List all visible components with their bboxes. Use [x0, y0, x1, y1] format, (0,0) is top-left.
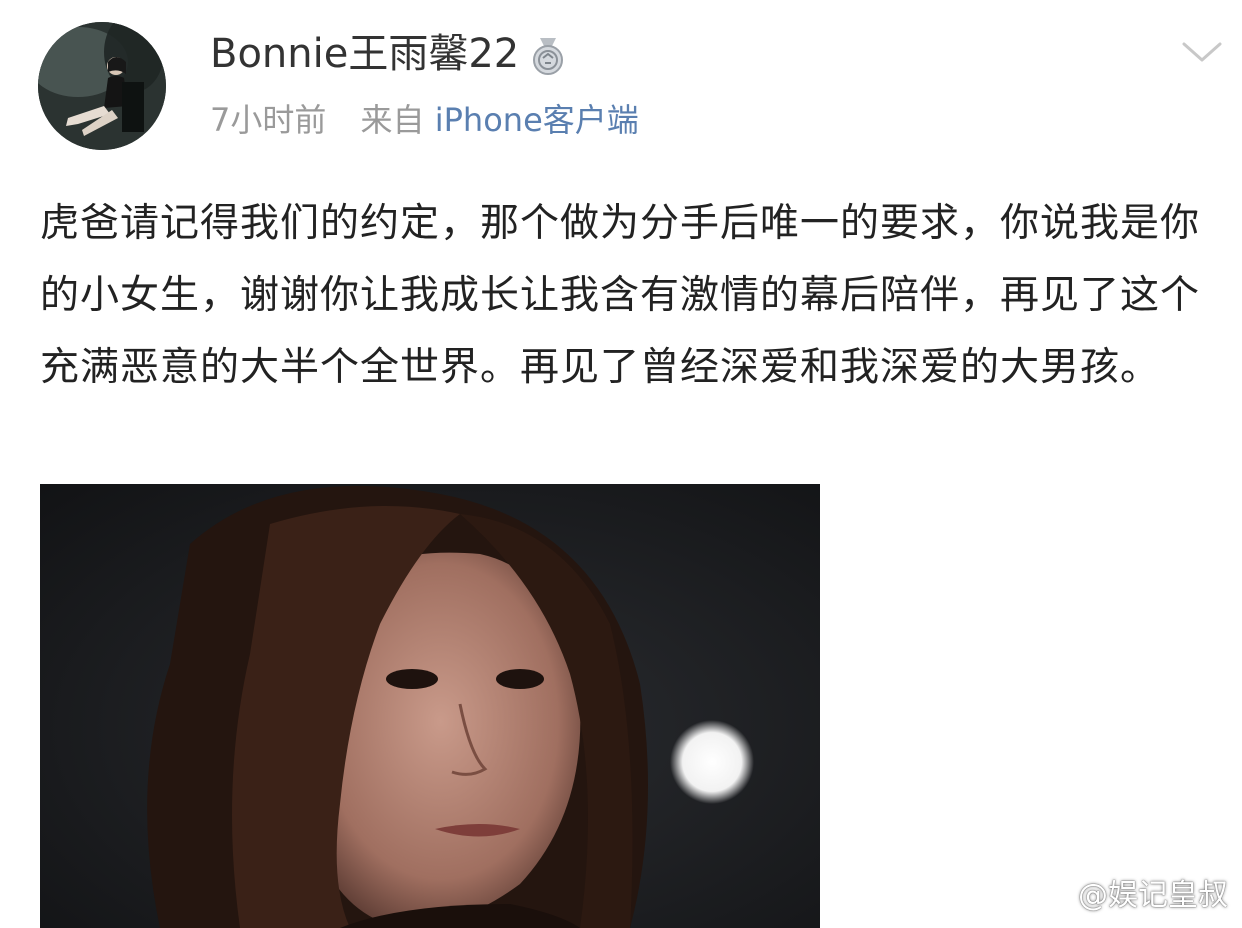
post-time: 7小时前 [210, 101, 327, 139]
source-prefix: 来自 [360, 101, 425, 139]
medal-badge-icon[interactable] [531, 36, 565, 76]
post-meta: 7小时前 来自 iPhone客户端 [210, 98, 639, 142]
username-text[interactable]: Bonnie王雨馨22 [210, 28, 519, 80]
chevron-down-icon[interactable] [1180, 38, 1224, 66]
avatar[interactable] [38, 22, 166, 150]
post-content: 虎爸请记得我们的约定，那个做为分手后唯一的要求，你说我是你的小女生，谢谢你让我成… [40, 201, 1201, 390]
watermark: @娱记皇叔 [1032, 876, 1228, 916]
weibo-post: Bonnie王雨馨22 7小时前 来自 iPhone客户端 虎爸请记得我们的约定… [0, 0, 1242, 928]
avatar-photo [38, 22, 166, 150]
post-image[interactable] [40, 484, 820, 928]
username[interactable]: Bonnie王雨馨22 [210, 28, 565, 80]
weibo-logo-icon [1032, 879, 1074, 912]
source-client-link[interactable]: iPhone客户端 [435, 101, 639, 139]
watermark-text: @娱记皇叔 [1078, 878, 1228, 913]
post-image-photo [40, 484, 820, 928]
